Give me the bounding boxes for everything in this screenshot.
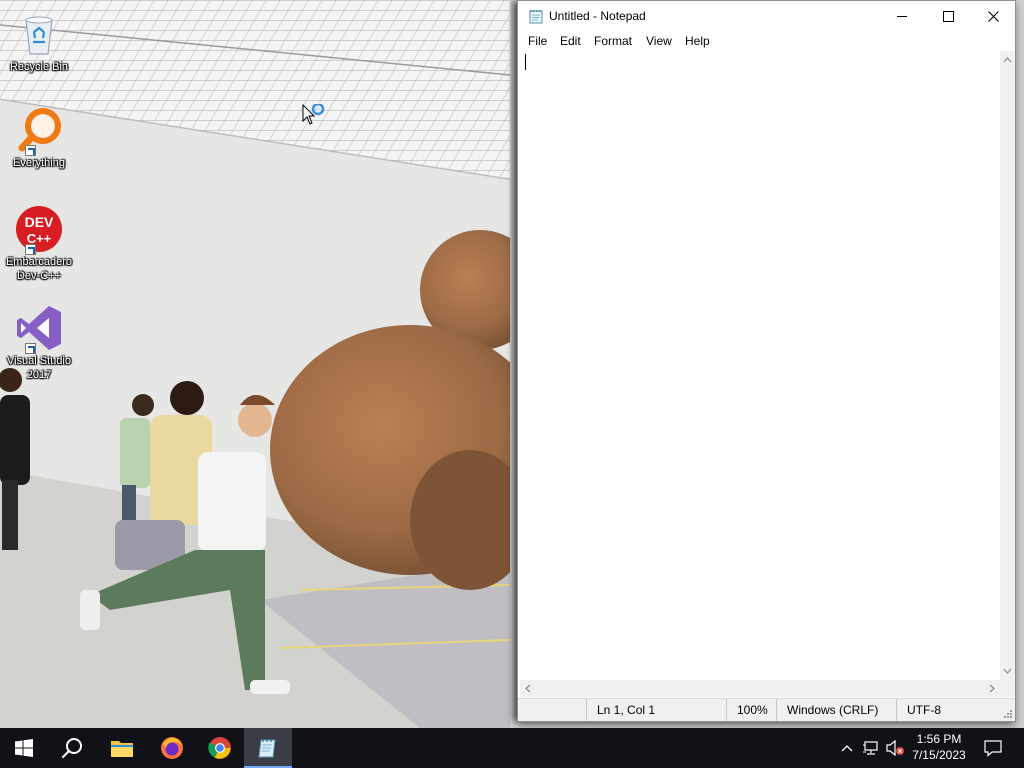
vertical-scrollbar[interactable] (1000, 51, 1015, 680)
text-editor[interactable] (520, 51, 1000, 680)
search-button[interactable] (48, 728, 96, 768)
desktop-icon-label: Everything (13, 157, 65, 169)
notepad-window[interactable]: Untitled - Notepad File Edit Format View… (517, 0, 1016, 722)
devcpp-icon: DEV C++ (15, 205, 63, 255)
volume-button[interactable] (884, 728, 906, 768)
status-cursor-position: Ln 1, Col 1 (586, 699, 726, 721)
desktop-icon-label: Visual Studio 2017 (6, 355, 71, 381)
clock-time: 1:56 PM (916, 732, 962, 746)
desktop-icon-visual-studio[interactable]: Visual Studio 2017 (3, 304, 75, 382)
network-icon (863, 741, 878, 755)
status-encoding: UTF-8 (896, 699, 996, 721)
scroll-left-icon (525, 684, 531, 693)
windows-logo-icon (15, 739, 33, 757)
search-icon (61, 738, 82, 759)
menu-format[interactable]: Format (594, 34, 632, 48)
text-caret (525, 54, 526, 70)
desktop-icon-devcpp[interactable]: DEV C++ Embarcadero Dev-C++ (3, 205, 75, 283)
minimize-icon (897, 16, 907, 17)
resize-grip-icon[interactable] (1003, 709, 1013, 719)
shortcut-arrow-icon (25, 343, 36, 354)
horizontal-scrollbar[interactable] (520, 680, 1000, 697)
svg-text:DEV: DEV (25, 214, 54, 230)
chevron-up-icon (841, 745, 853, 752)
status-line-ending: Windows (CRLF) (776, 699, 896, 721)
system-clock[interactable]: 1:56 PM 7/15/2023 (906, 728, 972, 768)
shortcut-arrow-icon (25, 145, 36, 156)
taskbar-firefox[interactable] (148, 728, 196, 768)
desktop-icon-recycle-bin[interactable]: Recycle Bin (3, 10, 75, 74)
desktop-icon-label: Embarcadero Dev-C++ (5, 256, 73, 282)
status-bar: Ln 1, Col 1 100% Windows (CRLF) UTF-8 (518, 698, 1015, 721)
volume-muted-icon (886, 740, 904, 756)
menu-view[interactable]: View (646, 34, 672, 48)
show-hidden-icons-button[interactable] (838, 728, 856, 768)
visual-studio-icon (15, 304, 63, 354)
desktop-icon-label: Recycle Bin (9, 61, 69, 73)
shortcut-arrow-icon (25, 244, 36, 255)
folder-icon (111, 741, 133, 757)
scroll-down-icon (1003, 668, 1012, 674)
title-bar[interactable]: Untitled - Notepad (518, 1, 1015, 31)
close-icon (987, 10, 999, 22)
close-button[interactable] (970, 1, 1016, 31)
minimize-button[interactable] (879, 1, 925, 31)
maximize-button[interactable] (925, 1, 971, 31)
scroll-right-icon (989, 684, 995, 693)
firefox-icon (161, 737, 183, 759)
notifications-button[interactable] (978, 728, 1008, 768)
recycle-bin-icon (15, 10, 63, 58)
taskbar: 1:56 PM 7/15/2023 (0, 728, 1024, 768)
scroll-up-icon (1003, 57, 1012, 63)
menu-file[interactable]: File (528, 34, 547, 48)
start-button[interactable] (0, 728, 48, 768)
menu-edit[interactable]: Edit (560, 34, 581, 48)
notepad-app-icon (529, 10, 543, 24)
window-title: Untitled - Notepad (549, 9, 646, 23)
busy-cursor-icon (302, 104, 325, 125)
network-status-button[interactable] (860, 728, 882, 768)
taskbar-chrome[interactable] (196, 728, 244, 768)
wallpaper-image (0, 0, 510, 728)
notepad-icon (258, 739, 276, 758)
scrollbar-corner (1000, 680, 1015, 697)
taskbar-file-explorer[interactable] (98, 728, 146, 768)
menu-help[interactable]: Help (685, 34, 710, 48)
magnifier-icon (15, 106, 63, 156)
desktop-icon-everything[interactable]: Everything (3, 106, 75, 170)
notification-icon (984, 740, 1002, 757)
taskbar-notepad[interactable] (244, 728, 292, 768)
status-zoom: 100% (726, 699, 776, 721)
clock-date: 7/15/2023 (912, 748, 966, 762)
chrome-icon (208, 737, 231, 759)
maximize-icon (942, 10, 954, 22)
menu-bar: File Edit Format View Help (518, 31, 1015, 51)
